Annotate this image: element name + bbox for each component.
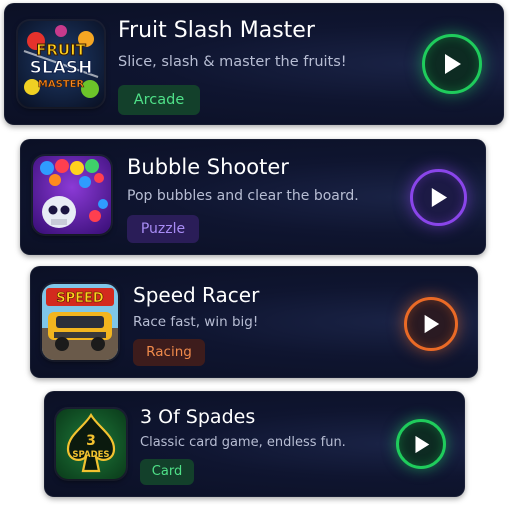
- game-description: Slice, slash & master the fruits!: [118, 54, 347, 70]
- svg-text:SLASH: SLASH: [30, 58, 93, 78]
- game-description: Pop bubbles and clear the board.: [127, 188, 359, 204]
- spade-card-game-icon[interactable]: 3 SPADES: [56, 409, 126, 479]
- play-button[interactable]: [410, 169, 467, 226]
- svg-text:SPADES: SPADES: [72, 450, 109, 460]
- game-title: 3 Of Spades: [140, 406, 256, 428]
- game-card-speed-racer[interactable]: SPEED Speed Racer Race fast, win big! Ra…: [30, 266, 478, 378]
- play-icon: [424, 314, 440, 334]
- game-title: Bubble Shooter: [127, 155, 289, 179]
- game-description: Race fast, win big!: [133, 314, 259, 330]
- play-icon: [431, 187, 448, 208]
- game-title: Speed Racer: [133, 283, 260, 307]
- game-card-fruit-slash-master[interactable]: FRUIT SLASH MASTER Fruit Slash Master Sl…: [4, 3, 504, 125]
- play-button[interactable]: [396, 419, 446, 469]
- game-card-bubble-shooter[interactable]: Bubble Shooter Pop bubbles and clear the…: [20, 139, 486, 255]
- category-badge: Card: [140, 459, 194, 485]
- play-button[interactable]: [404, 297, 458, 351]
- category-badge: Arcade: [118, 85, 200, 115]
- svg-text:FRUIT: FRUIT: [36, 41, 87, 59]
- category-badge: Racing: [133, 339, 205, 366]
- game-card-3-of-spades[interactable]: 3 SPADES 3 Of Spades Classic card game, …: [44, 391, 465, 497]
- game-title: Fruit Slash Master: [118, 18, 315, 43]
- svg-text:SPEED: SPEED: [56, 291, 104, 306]
- fruit-slash-game-icon[interactable]: FRUIT SLASH MASTER: [18, 21, 104, 107]
- play-icon: [414, 435, 429, 453]
- category-badge: Puzzle: [127, 215, 199, 243]
- play-button[interactable]: [422, 34, 482, 94]
- speed-racer-game-icon[interactable]: SPEED: [42, 284, 118, 360]
- svg-text:3: 3: [86, 433, 96, 449]
- play-icon: [445, 54, 461, 74]
- bubble-shooter-game-icon[interactable]: [33, 156, 111, 234]
- svg-text:MASTER: MASTER: [38, 79, 85, 90]
- game-description: Classic card game, endless fun.: [140, 435, 346, 450]
